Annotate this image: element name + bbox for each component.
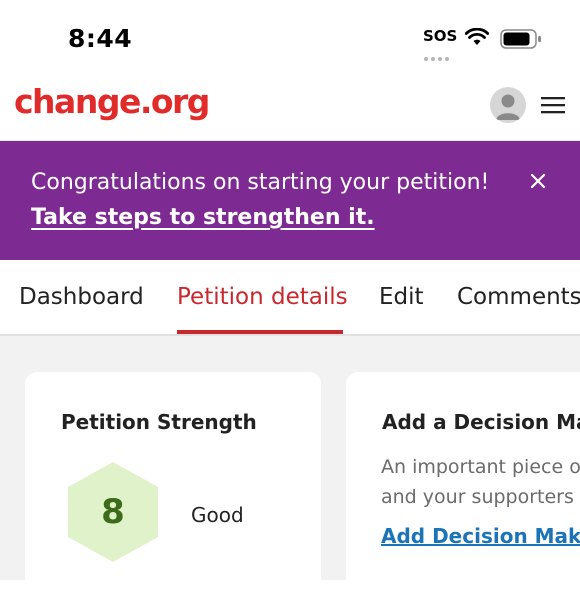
tab-edit[interactable]: Edit [379,284,424,310]
add-decision-maker-link[interactable]: Add Decision Maker [381,524,580,548]
status-bar: 8:44 SOS [0,0,580,70]
strengthen-link[interactable]: Take steps to strengthen it. [31,205,375,230]
tab-dashboard[interactable]: Dashboard [19,284,144,310]
petition-strength-card: Petition Strength 8 Good [25,372,321,602]
decision-maker-title: Add a Decision Mak [382,410,580,434]
banner-message: Congratulations on starting your petitio… [31,170,490,195]
decision-maker-description: An important piece o and your supporters [381,452,580,512]
signal-dots [424,46,454,61]
dashboard-content: Petition Strength 8 Good Add a Decision … [0,336,580,602]
active-tab-indicator [177,330,343,334]
tab-comments[interactable]: Comments [457,284,580,310]
user-avatar-icon[interactable] [490,87,526,123]
close-icon[interactable] [528,171,548,191]
congratulations-banner: Congratulations on starting your petitio… [0,141,580,260]
change-org-logo[interactable]: change.org [14,82,210,121]
battery-icon [500,29,541,49]
carrier-label: SOS [423,27,458,45]
description-line: An important piece o [381,456,580,478]
description-line: and your supporters [381,486,574,508]
decision-maker-card: Add a Decision Mak An important piece o … [346,372,580,602]
app-header: change.org [0,70,580,141]
petition-strength-title: Petition Strength [61,410,257,434]
strength-rating: Good [191,503,244,527]
hamburger-menu-icon[interactable] [541,96,565,114]
status-time: 8:44 [68,24,133,53]
tab-petition-details[interactable]: Petition details [177,284,348,310]
wifi-icon [465,28,489,45]
strength-score: 8 [101,492,125,532]
petition-tabs: Dashboard Petition details Edit Comments [0,260,580,336]
